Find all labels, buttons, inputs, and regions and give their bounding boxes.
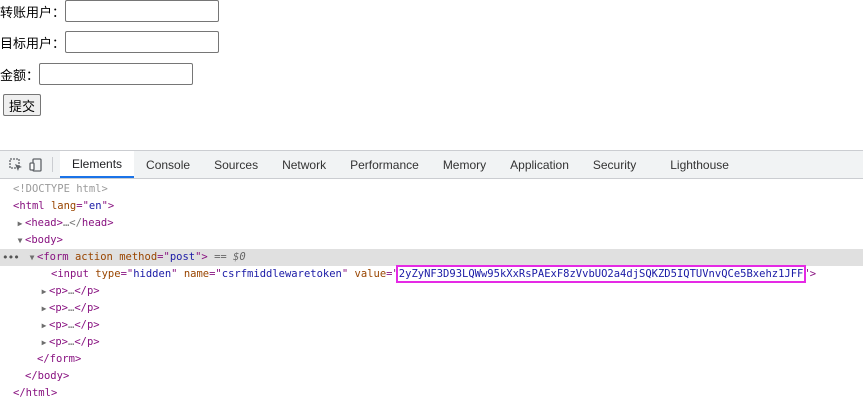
expand-triangle-icon[interactable]: ▶ bbox=[39, 317, 49, 334]
amount-row: 金额： bbox=[0, 63, 194, 85]
html-lang-value: en bbox=[88, 200, 102, 212]
input-tag: input bbox=[57, 268, 89, 280]
from-user-input[interactable] bbox=[65, 0, 220, 22]
form-tag: form bbox=[43, 251, 69, 263]
devtools-panel: Elements Console Sources Network Perform… bbox=[0, 150, 863, 406]
csrf-token-value: 2yZyNF3D93LQWw95kXxRsPAExF8zVvbUO2a4djSQ… bbox=[395, 265, 807, 283]
expand-triangle-icon[interactable]: ▶ bbox=[15, 215, 25, 232]
dom-node-doctype[interactable]: <!DOCTYPE html> bbox=[0, 181, 863, 198]
tab-network[interactable]: Network bbox=[270, 151, 338, 178]
dom-node-html-close[interactable]: </html> bbox=[0, 385, 863, 402]
form-action-attr: action bbox=[74, 251, 113, 263]
dom-node-head[interactable]: ▶ <head>…</head> bbox=[0, 215, 863, 232]
device-toolbar-icon[interactable] bbox=[26, 151, 46, 178]
expand-triangle-icon[interactable]: ▶ bbox=[39, 334, 49, 351]
dom-node-p[interactable]: ▶ <p>…</p> bbox=[0, 283, 863, 300]
tab-lighthouse[interactable]: Lighthouse bbox=[648, 151, 741, 178]
to-user-label: 目标用户： bbox=[0, 36, 66, 52]
input-name-value: csrfmiddlewaretoken bbox=[221, 268, 342, 280]
html-close-tag: html bbox=[25, 387, 51, 399]
body-tag: body bbox=[31, 234, 57, 246]
html-tag: html bbox=[19, 200, 45, 212]
collapse-triangle-icon[interactable]: ▼ bbox=[15, 232, 25, 249]
tab-application[interactable]: Application bbox=[498, 151, 581, 178]
dom-node-form-close[interactable]: </form> bbox=[0, 351, 863, 368]
dom-node-form-selected[interactable]: ••• ▼ <form action method="post"> == $0 bbox=[0, 249, 863, 266]
tab-sources[interactable]: Sources bbox=[202, 151, 270, 178]
toolbar-divider bbox=[52, 157, 53, 172]
to-user-row: 目标用户： bbox=[0, 31, 220, 53]
body-close-tag: body bbox=[37, 370, 63, 382]
input-value-attr: value bbox=[354, 268, 387, 280]
form-method-value: post bbox=[169, 251, 196, 263]
expand-triangle-icon[interactable]: ▶ bbox=[39, 283, 49, 300]
expand-triangle-icon[interactable]: ▶ bbox=[39, 300, 49, 317]
to-user-input[interactable] bbox=[65, 31, 220, 53]
devtools-toolbar: Elements Console Sources Network Perform… bbox=[0, 151, 863, 179]
dom-tree: <!DOCTYPE html> <html lang="en"> ▶ <head>… bbox=[0, 179, 863, 402]
head-collapsed: …</ bbox=[62, 217, 82, 229]
selected-node-marker: == $0 bbox=[207, 251, 246, 263]
more-options-icon[interactable]: ••• bbox=[2, 249, 20, 266]
dom-node-body[interactable]: ▼ <body> bbox=[0, 232, 863, 249]
form-close-tag: form bbox=[49, 353, 75, 365]
dom-node-p[interactable]: ▶ <p>…</p> bbox=[0, 317, 863, 334]
head-tag: head bbox=[31, 217, 57, 229]
html-lang-attr: lang bbox=[50, 200, 77, 212]
inspect-element-icon[interactable] bbox=[6, 151, 26, 178]
head-close-tag: head bbox=[81, 217, 108, 229]
collapse-triangle-icon[interactable]: ▼ bbox=[27, 249, 37, 266]
page-content: 转账用户： 目标用户： 金额： 提交 bbox=[0, 0, 863, 150]
dom-node-body-close[interactable]: </body> bbox=[0, 368, 863, 385]
tab-performance[interactable]: Performance bbox=[338, 151, 431, 178]
dom-node-csrf-input[interactable]: <input type="hidden" name="csrfmiddlewar… bbox=[0, 265, 863, 283]
tab-memory[interactable]: Memory bbox=[431, 151, 498, 178]
from-user-label: 转账用户： bbox=[0, 5, 66, 21]
input-type-value: hidden bbox=[133, 268, 172, 280]
form-method-attr: method bbox=[119, 251, 158, 263]
tab-elements[interactable]: Elements bbox=[60, 151, 135, 178]
submit-button[interactable]: 提交 bbox=[3, 94, 42, 116]
amount-label: 金额： bbox=[0, 68, 40, 84]
input-type-attr: type bbox=[95, 268, 121, 280]
dom-node-p[interactable]: ▶ <p>…</p> bbox=[0, 300, 863, 317]
tab-security[interactable]: Security bbox=[581, 151, 648, 178]
dom-node-p[interactable]: ▶ <p>…</p> bbox=[0, 334, 863, 351]
doctype-text: <!DOCTYPE html> bbox=[13, 183, 108, 195]
input-name-attr: name bbox=[183, 268, 210, 280]
tab-console[interactable]: Console bbox=[134, 151, 202, 178]
dom-node-html[interactable]: <html lang="en"> bbox=[0, 198, 863, 215]
from-user-row: 转账用户： bbox=[0, 0, 220, 22]
amount-input[interactable] bbox=[39, 63, 194, 85]
